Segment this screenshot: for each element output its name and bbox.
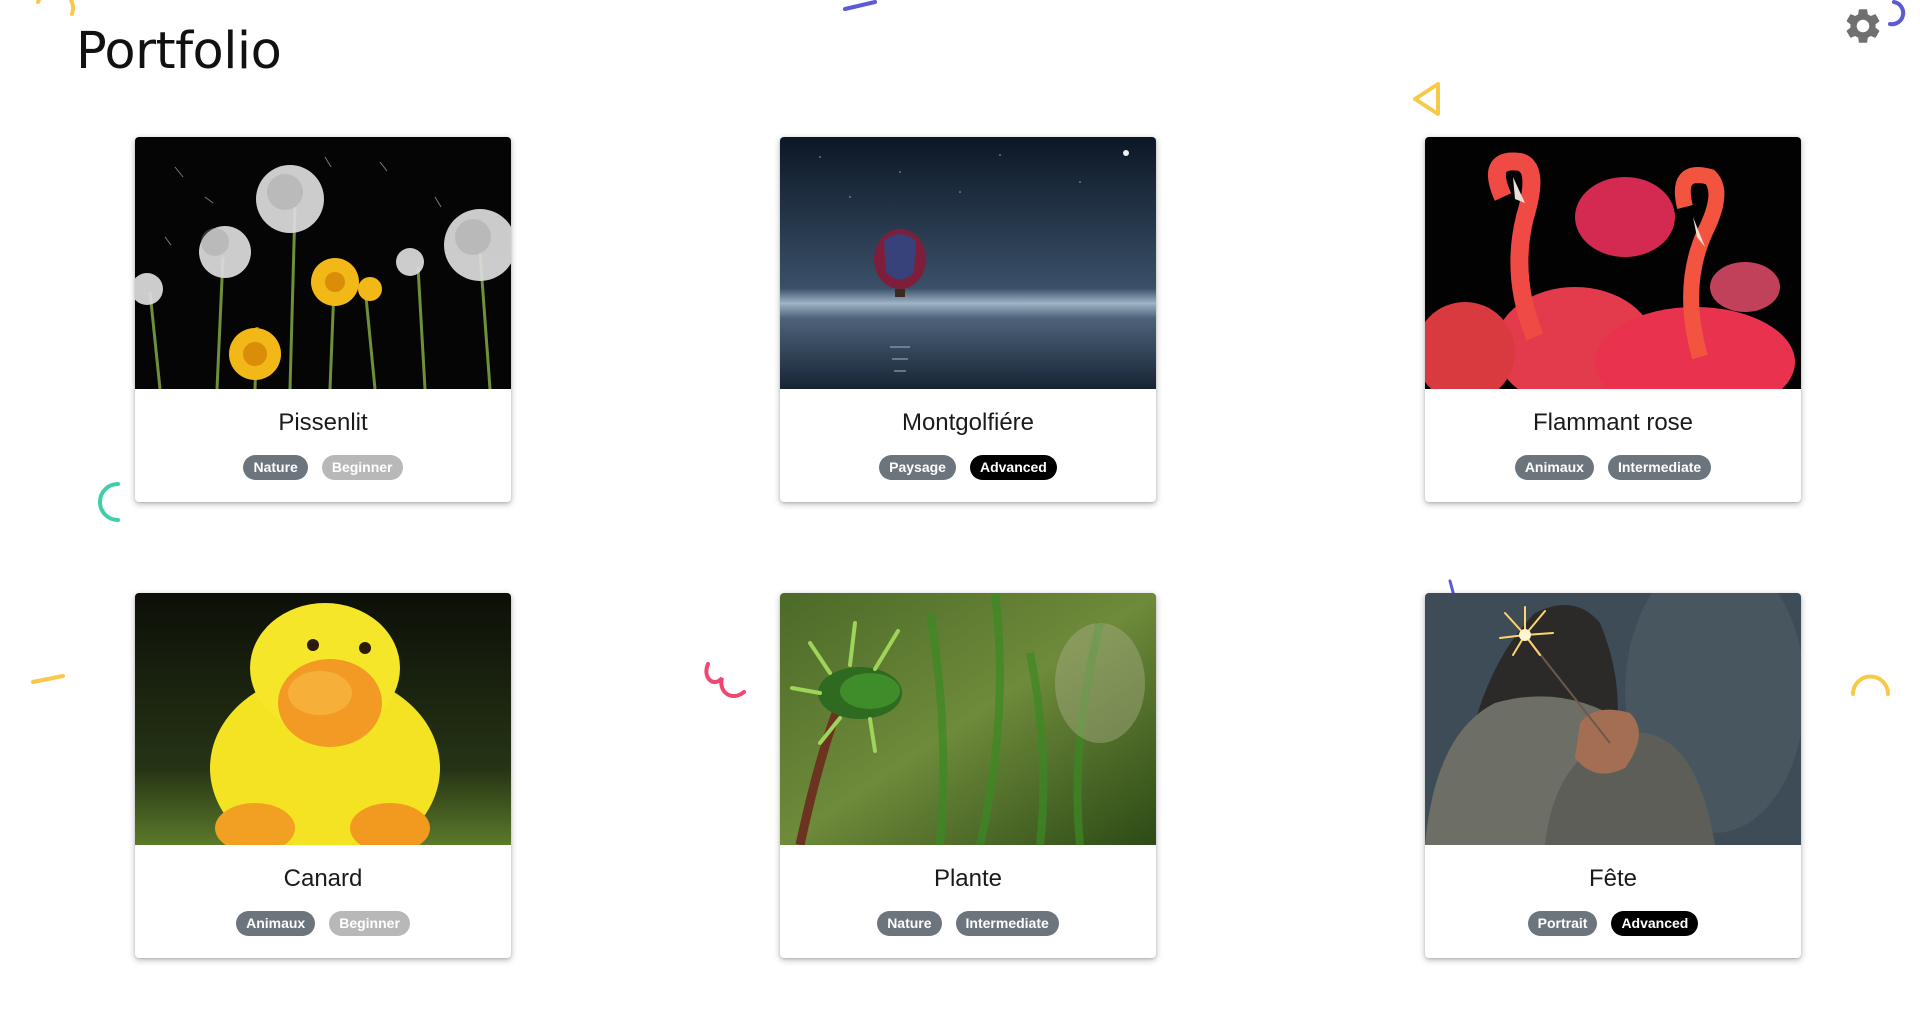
hot-air-balloon-night-sea-photo — [780, 137, 1156, 389]
level-badge: Beginner — [329, 911, 410, 936]
card-title: Flammant rose — [1532, 409, 1694, 436]
flamingos-photo — [1425, 137, 1801, 389]
confetti-line-yellow-left — [31, 674, 65, 684]
category-badge: Paysage — [879, 455, 956, 480]
page-title: Portfolio — [76, 22, 282, 81]
card-tags: Nature Intermediate — [780, 911, 1156, 936]
card-title: Plante — [933, 865, 1003, 892]
card-tags: Animaux Intermediate — [1425, 455, 1801, 480]
green-plant-bud-photo — [780, 593, 1156, 845]
confetti-arc-purple-topright — [1888, 0, 1906, 27]
level-badge: Advanced — [969, 455, 1057, 480]
level-badge: Intermediate — [955, 911, 1059, 936]
category-badge: Portrait — [1527, 911, 1598, 936]
confetti-triangle-yellow — [1413, 82, 1440, 116]
category-badge: Nature — [243, 455, 308, 480]
dandelions-on-black-photo — [135, 137, 511, 389]
confetti-squiggle-red — [704, 662, 746, 698]
settings-button[interactable] — [1842, 5, 1884, 47]
portfolio-card[interactable]: Fête Portrait Advanced — [1425, 593, 1801, 958]
portfolio-card[interactable]: Flammant rose Animaux Intermediate — [1425, 137, 1801, 502]
portfolio-card[interactable]: Plante Nature Intermediate — [780, 593, 1156, 958]
sparkler-in-hands-photo — [1425, 593, 1801, 845]
confetti-arc-yellow-right — [1851, 674, 1890, 696]
card-tags: Paysage Advanced — [780, 455, 1156, 480]
card-title: Canard — [283, 865, 363, 892]
card-title: Montgolfiére — [901, 409, 1035, 436]
category-badge: Nature — [877, 911, 942, 936]
card-tags: Nature Beginner — [135, 455, 511, 480]
confetti-arc-yellow-topleft — [36, 0, 76, 16]
card-title: Fête — [1588, 865, 1638, 892]
category-badge: Animaux — [236, 911, 316, 936]
card-title: Pissenlit — [278, 409, 368, 436]
gear-icon — [1846, 9, 1880, 43]
level-badge: Intermediate — [1607, 455, 1712, 480]
level-badge: Beginner — [321, 455, 403, 480]
confetti-arc-teal — [98, 482, 120, 522]
category-badge: Animaux — [1514, 455, 1594, 480]
card-tags: Animaux Beginner — [135, 911, 511, 936]
yellow-plush-duck-photo — [135, 593, 511, 845]
confetti-line-purple-top — [843, 0, 877, 11]
level-badge: Advanced — [1611, 911, 1699, 936]
portfolio-card[interactable]: Montgolfiére Paysage Advanced — [780, 137, 1156, 502]
card-tags: Portrait Advanced — [1425, 911, 1801, 936]
portfolio-card[interactable]: Canard Animaux Beginner — [135, 593, 511, 958]
portfolio-card[interactable]: Pissenlit Nature Beginner — [135, 137, 511, 502]
